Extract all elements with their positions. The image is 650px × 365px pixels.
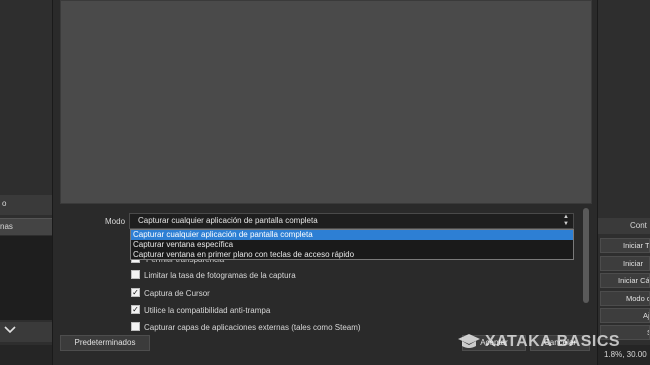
scenes-panel-header: o [0,195,52,215]
anti-cheat-checkbox[interactable]: ✓ [131,305,140,314]
capture-cursor-label: Captura de Cursor [144,289,210,298]
start-virtual-camera-button[interactable]: Iniciar Cá [600,273,650,288]
defaults-button[interactable]: Predeterminados [60,335,150,351]
start-recording-button[interactable]: Iniciar [600,256,650,271]
start-transmission-button[interactable]: Iniciar T [600,238,650,253]
studio-mode-button[interactable]: Modo d [600,291,650,306]
scenes-header-label: o [2,199,7,208]
scene-toolbar [0,322,52,342]
settings-button[interactable]: Aj [600,308,650,323]
mode-select-value: Capturar cualquier aplicación de pantall… [138,216,318,225]
watermark-text: XATAKA BASICS [485,333,621,350]
external-overlays-checkbox[interactable] [131,322,140,331]
mode-select[interactable]: Capturar cualquier aplicación de pantall… [129,213,574,229]
watermark: XATAKA BASICS [457,330,627,354]
scene-list-row[interactable]: nas [0,218,52,235]
capture-cursor-checkbox[interactable]: ✓ [131,288,140,297]
anti-cheat-label: Utilice la compatibilidad anti-trampa [144,306,271,315]
scene-list[interactable] [0,236,52,320]
mode-option-fullscreen[interactable]: Capturar cualquier aplicación de pantall… [131,230,573,240]
properties-scrollbar[interactable] [583,208,589,303]
limit-framerate-label: Limitar la tasa de fotogramas de la capt… [144,271,296,280]
mode-dropdown-list[interactable]: Capturar cualquier aplicación de pantall… [130,229,574,260]
source-preview [60,0,592,204]
mode-option-foreground-hotkey[interactable]: Capturar ventana en primer plano con tec… [131,250,573,260]
controls-header-label: Cont [630,221,647,230]
external-overlays-label: Capturar capas de aplicaciones externas … [144,323,361,332]
limit-framerate-checkbox[interactable] [131,270,140,279]
graduation-cap-icon [457,332,481,354]
chevron-down-icon[interactable] [4,325,16,337]
mode-label: Modo [105,217,126,226]
updown-arrows-icon: ▲ ▼ [563,214,569,227]
controls-panel-header: Cont [598,218,650,234]
scene-row-label: nas [0,222,13,231]
mode-option-specific-window[interactable]: Capturar ventana específica [131,240,573,250]
